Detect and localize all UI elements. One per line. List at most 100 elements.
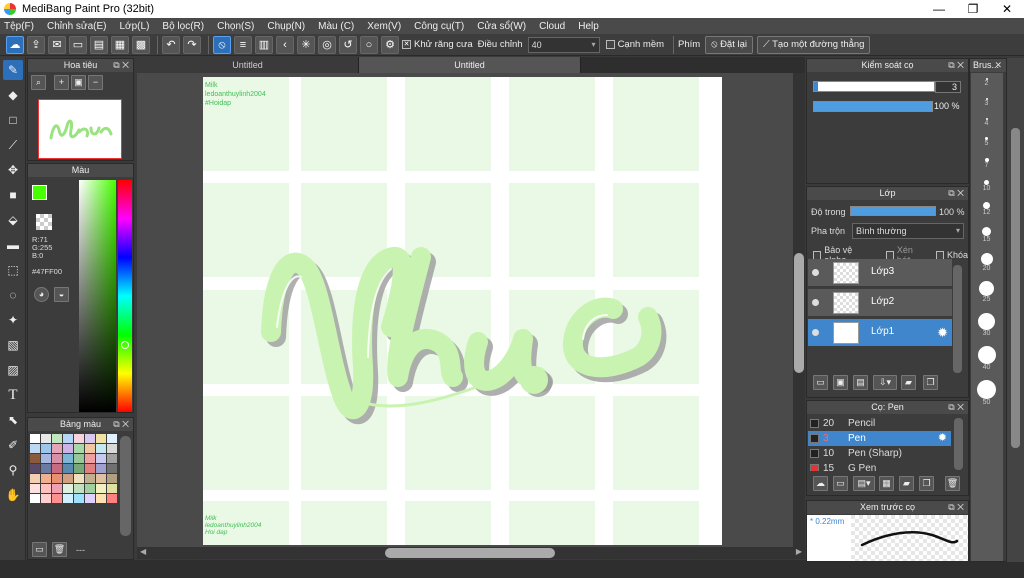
- palette-swatch[interactable]: [63, 464, 73, 473]
- menu-snap[interactable]: Chụp(N): [267, 21, 305, 32]
- palette-swatch[interactable]: [63, 444, 73, 453]
- new-layer-icon[interactable]: ▭: [813, 375, 828, 390]
- menu-view[interactable]: Xem(V): [367, 21, 401, 32]
- snap-settings-icon[interactable]: ⚙: [381, 35, 399, 54]
- palette-swatch[interactable]: [41, 464, 51, 473]
- palette-swatch[interactable]: [107, 484, 117, 493]
- palette-swatch[interactable]: [74, 484, 84, 493]
- navigator-thumbnail[interactable]: [38, 99, 122, 159]
- vanishing-snap-icon[interactable]: ‹: [276, 35, 294, 54]
- comment-icon[interactable]: ✉: [48, 35, 66, 54]
- hue-slider[interactable]: [118, 180, 132, 412]
- message-icon[interactable]: ▭: [69, 35, 87, 54]
- palette-swatches[interactable]: [30, 434, 118, 503]
- new-halftone-layer-icon[interactable]: ▣: [833, 375, 848, 390]
- visibility-eye-icon[interactable]: [812, 329, 819, 336]
- brush-item[interactable]: 10 Pen (Sharp): [808, 446, 951, 461]
- select-eraser-icon[interactable]: ▨: [3, 360, 23, 380]
- palette-swatch[interactable]: [41, 444, 51, 453]
- shape-tool-icon[interactable]: ■: [3, 185, 23, 205]
- canvas-horizontal-scrollbar[interactable]: ◀ ▶: [137, 547, 805, 559]
- palette-swatch[interactable]: [63, 474, 73, 483]
- menu-filter[interactable]: Bộ lọc(R): [162, 21, 204, 32]
- palette-swatch[interactable]: [85, 464, 95, 473]
- add-brush-icon[interactable]: ▭: [833, 476, 848, 491]
- palette-swatch[interactable]: [30, 484, 40, 493]
- palette-swatch[interactable]: [30, 434, 40, 443]
- divide-tool-icon[interactable]: ✐: [3, 435, 23, 455]
- brush-settings-gear-icon[interactable]: ✹: [938, 431, 947, 446]
- straight-line-button[interactable]: ⟋ Tạo một đường thẳng: [757, 35, 871, 54]
- layer-settings-gear-icon[interactable]: ✹: [937, 325, 948, 341]
- share-icon[interactable]: ⇪: [27, 35, 45, 54]
- blend-mode-select[interactable]: Bình thường: [852, 223, 964, 239]
- scroll-right-icon[interactable]: ▶: [796, 547, 802, 556]
- palette-swatch[interactable]: [96, 444, 106, 453]
- cross-snap-icon[interactable]: ▥: [255, 35, 273, 54]
- reset-button[interactable]: ⦸ Đặt lại: [705, 35, 753, 54]
- palette-swatch[interactable]: [74, 434, 84, 443]
- palette-swatch[interactable]: [85, 434, 95, 443]
- transparent-swatch-icon[interactable]: [36, 214, 52, 230]
- palette-swatch[interactable]: [107, 494, 117, 503]
- canvas-vertical-scrollbar[interactable]: [793, 73, 805, 547]
- brush-size-item[interactable]: 7: [973, 158, 1000, 169]
- brush-copy-icon[interactable]: ❐: [919, 476, 934, 491]
- curve-snap-icon[interactable]: ↺: [339, 35, 357, 54]
- brush-size-item[interactable]: 2: [973, 78, 1000, 87]
- cloud-icon[interactable]: ☁: [6, 35, 24, 54]
- gradient-tool-icon[interactable]: ▬: [3, 235, 23, 255]
- palette-swatch[interactable]: [107, 444, 117, 453]
- operation-tool-icon[interactable]: ⬉: [3, 410, 23, 430]
- zoom-in-icon[interactable]: +: [54, 75, 69, 90]
- document-icon[interactable]: ▤: [90, 35, 108, 54]
- palette-swatch[interactable]: [107, 464, 117, 473]
- palette-swatch[interactable]: [63, 454, 73, 463]
- brush-size-slider[interactable]: [813, 81, 935, 92]
- zoom-actual-icon[interactable]: ▣: [71, 75, 86, 90]
- lasso-tool-icon[interactable]: ◌: [3, 285, 23, 305]
- hand-tool-icon[interactable]: ✋: [3, 485, 23, 505]
- palette-swatch[interactable]: [41, 434, 51, 443]
- palette-swatch[interactable]: [52, 454, 62, 463]
- brush-size-item[interactable]: 15: [973, 226, 1000, 243]
- primary-color-swatch[interactable]: [32, 185, 47, 200]
- brush-item[interactable]: 20 Pencil: [808, 416, 951, 431]
- menu-select[interactable]: Chọn(S): [217, 21, 254, 32]
- palette-swatch[interactable]: [85, 474, 95, 483]
- select-tool-icon[interactable]: ⬚: [3, 260, 23, 280]
- palette-swatch[interactable]: [74, 494, 84, 503]
- brush-size-item[interactable]: 30: [973, 312, 1000, 337]
- color-settings-icon[interactable]: ◒: [54, 287, 69, 302]
- brush-menu-icon[interactable]: ▤▾: [853, 476, 875, 491]
- brush-folder-icon[interactable]: ▰: [899, 476, 914, 491]
- menu-help[interactable]: Help: [578, 21, 599, 32]
- brush-opacity-slider[interactable]: [813, 101, 933, 112]
- palette-swatch[interactable]: [107, 434, 117, 443]
- palette-swatch[interactable]: [63, 434, 73, 443]
- radial-snap-icon[interactable]: ✳: [297, 35, 315, 54]
- menu-layer[interactable]: Lớp(L): [120, 21, 150, 32]
- palette-swatch[interactable]: [30, 454, 40, 463]
- menu-edit[interactable]: Chỉnh sửa(E): [47, 21, 107, 32]
- brush-size-item[interactable]: 5: [973, 137, 1000, 147]
- palette-swatch[interactable]: [52, 474, 62, 483]
- add-layer-menu-icon[interactable]: ⇩▾: [873, 375, 897, 390]
- brush-size-item[interactable]: 10: [973, 179, 1000, 192]
- saturation-value-picker[interactable]: [79, 180, 116, 412]
- grid-icon[interactable]: ▩: [132, 35, 150, 54]
- vscroll-thumb[interactable]: [794, 253, 804, 373]
- brush-size-item[interactable]: 50: [973, 380, 1000, 406]
- antialias-checkbox[interactable]: [402, 40, 411, 49]
- layer-opacity-slider[interactable]: [850, 206, 936, 216]
- palette-swatch[interactable]: [85, 444, 95, 453]
- palette-swatch[interactable]: [41, 494, 51, 503]
- scroll-thumb[interactable]: [385, 548, 555, 558]
- panel-icon[interactable]: ▦: [111, 35, 129, 54]
- dot-tool-icon[interactable]: □: [3, 110, 23, 130]
- zoom-fit-icon[interactable]: ⌕: [31, 75, 46, 90]
- palette-swatch[interactable]: [107, 454, 117, 463]
- move-tool-icon[interactable]: ✥: [3, 160, 23, 180]
- brush-list-scrollbar[interactable]: [954, 418, 963, 470]
- brush-edit-icon[interactable]: ▦: [879, 476, 894, 491]
